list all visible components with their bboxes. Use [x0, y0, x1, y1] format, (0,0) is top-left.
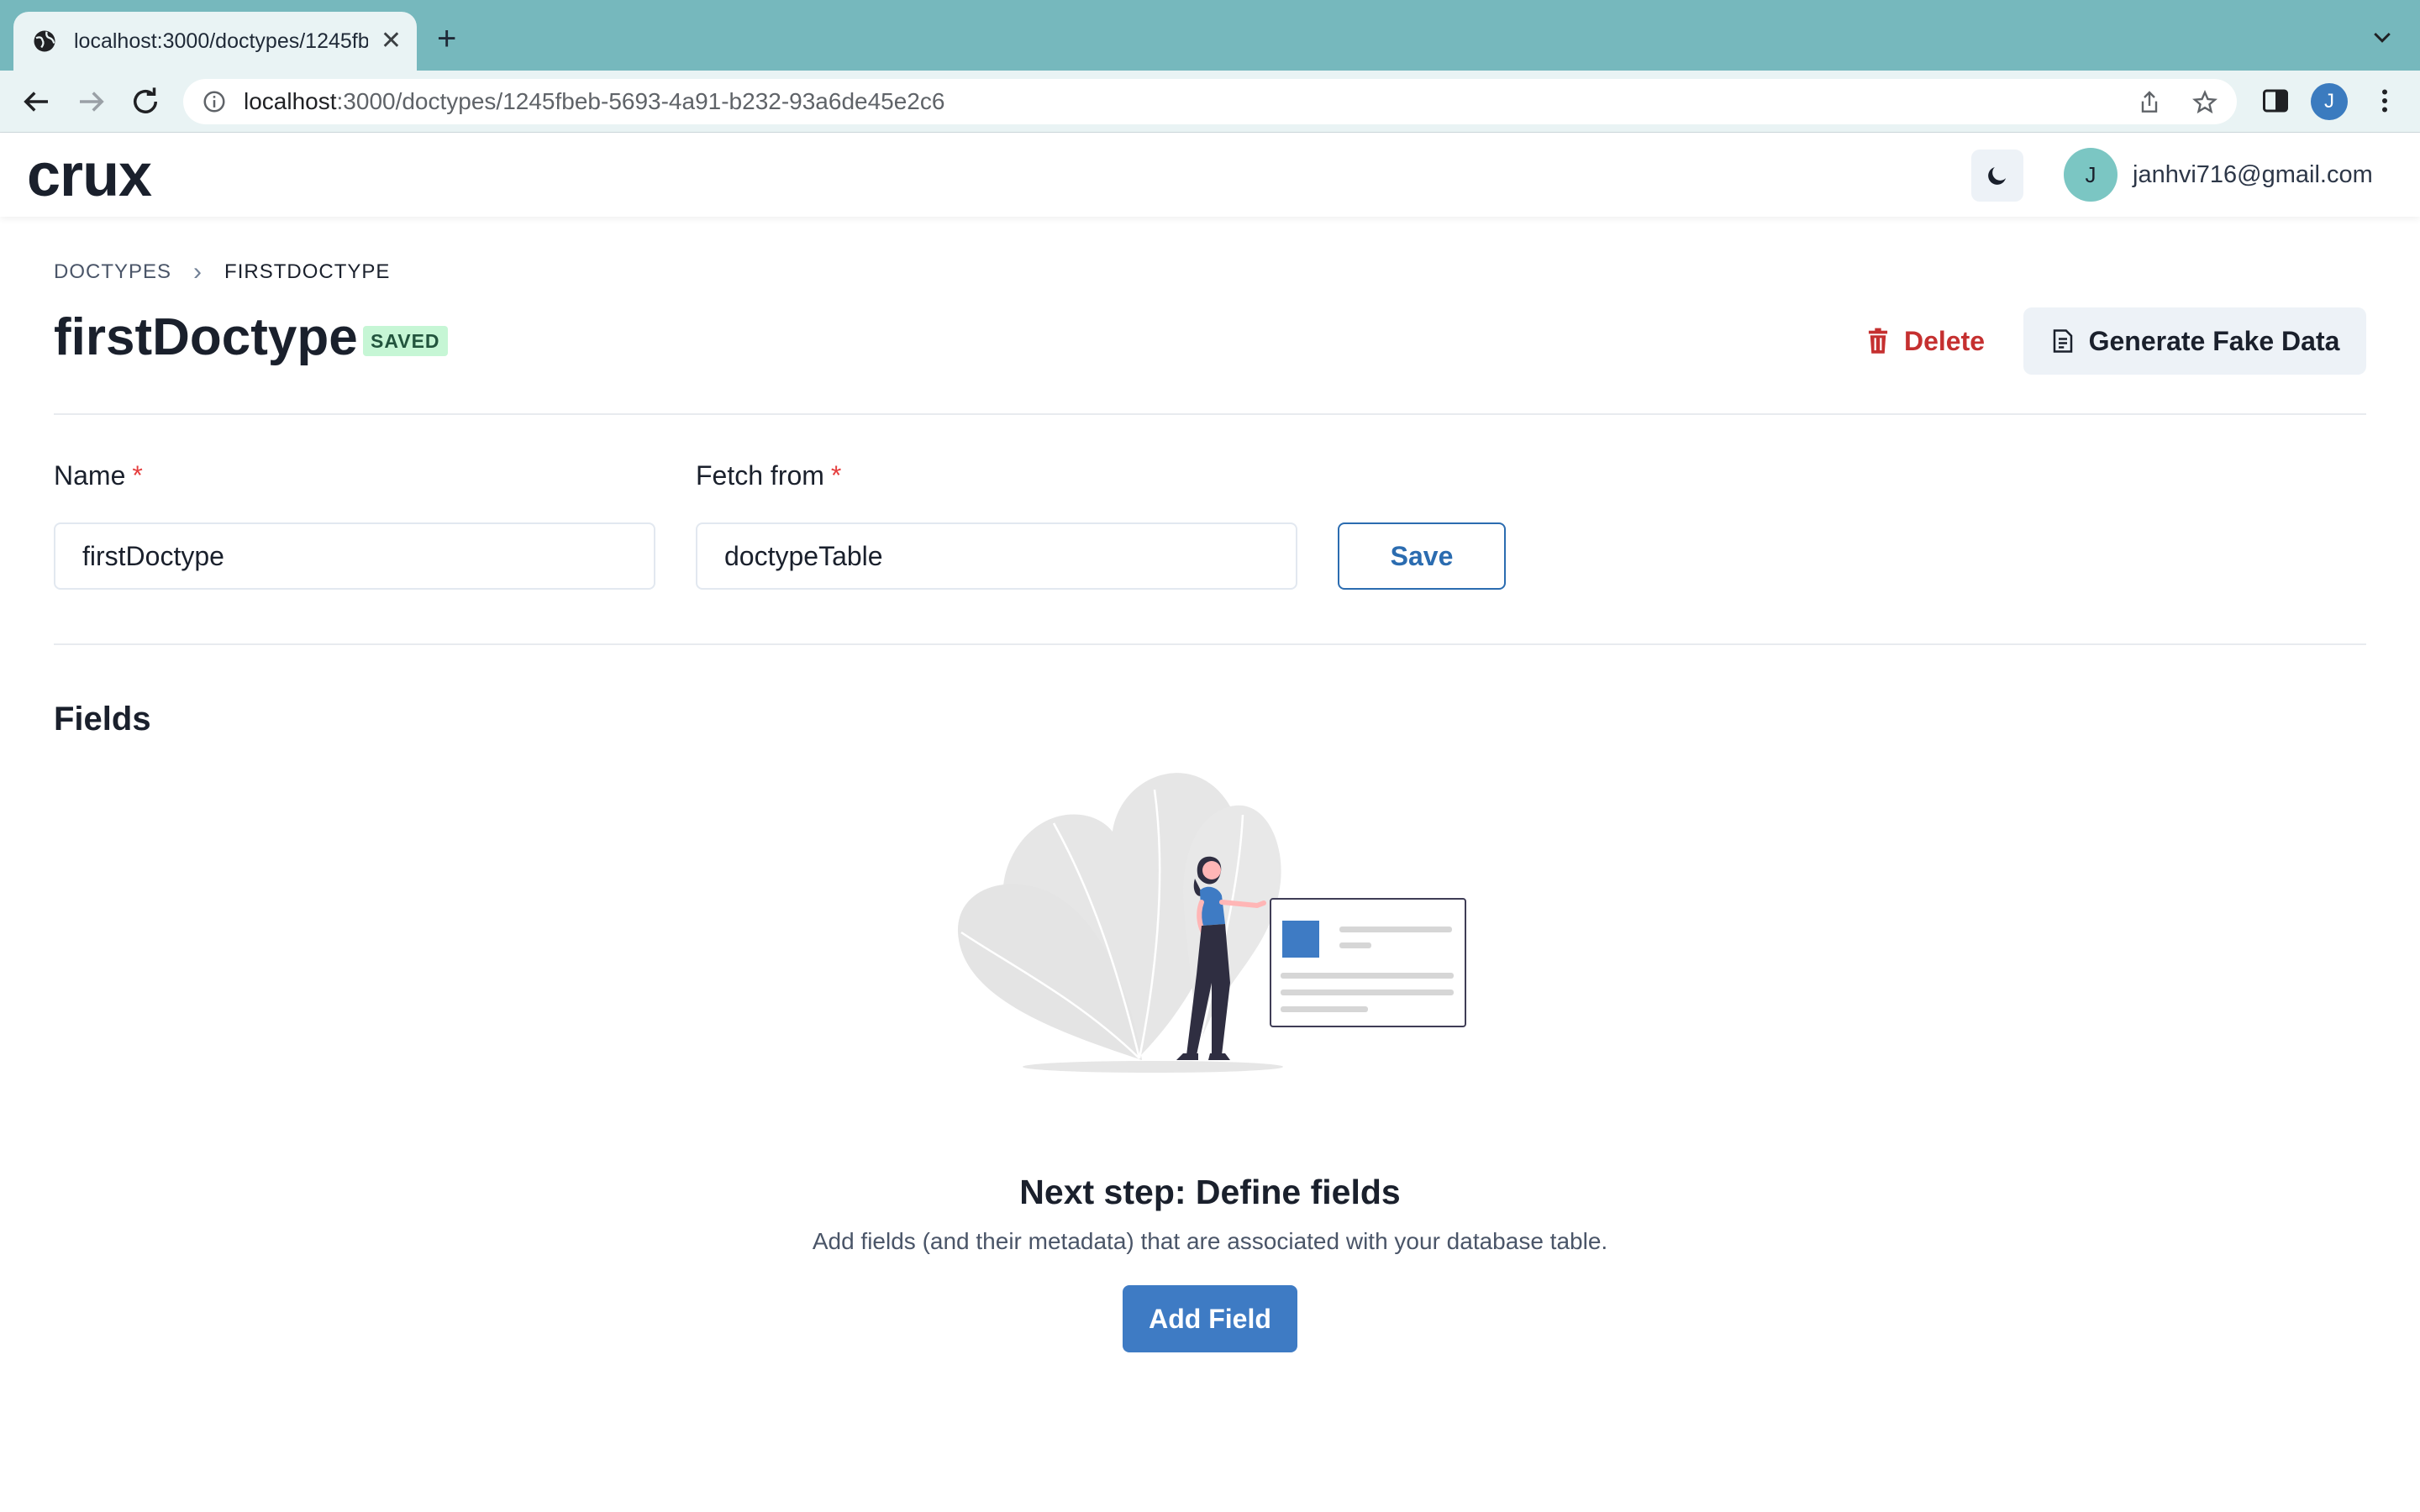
breadcrumb-current: FIRSTDOCTYPE — [224, 260, 391, 283]
more-menu-icon[interactable] — [2370, 86, 2400, 116]
side-panel-icon[interactable] — [2260, 86, 2291, 116]
chevron-right-icon: › — [193, 258, 203, 286]
delete-button[interactable]: Delete — [1849, 307, 2002, 375]
app-header: crux J janhvi716@gmail.com — [0, 133, 2420, 217]
browser-tab[interactable]: localhost:3000/doctypes/1245fbeb-5693-4a… — [13, 12, 417, 71]
forward-icon[interactable] — [74, 84, 109, 119]
save-button[interactable]: Save — [1338, 522, 1506, 590]
reload-icon[interactable] — [128, 84, 163, 119]
globe-icon — [34, 30, 55, 52]
empty-state-illustration — [957, 773, 1466, 1073]
delete-label: Delete — [1904, 325, 1986, 356]
empty-state-title: Next step: Define fields — [1019, 1173, 1401, 1211]
browser-tab-bar: localhost:3000/doctypes/1245fbeb-5693-4a… — [0, 0, 2420, 71]
moon-icon — [1988, 167, 2006, 185]
close-tab-icon[interactable]: ✕ — [381, 29, 402, 54]
fields-heading: Fields — [54, 701, 151, 738]
breadcrumb: DOCTYPES › FIRSTDOCTYPE — [54, 258, 391, 286]
fetch-from-input[interactable] — [696, 522, 1297, 590]
page-title: firstDoctype — [54, 308, 358, 366]
user-email[interactable]: janhvi716@gmail.com — [2133, 161, 2373, 189]
name-input[interactable] — [54, 522, 655, 590]
tab-title: localhost:3000/doctypes/1245fbeb-5693-4a… — [74, 29, 368, 53]
document-icon — [2053, 329, 2072, 353]
address-bar[interactable]: localhost:3000/doctypes/1245fbeb-5693-4a… — [183, 79, 2237, 124]
url-text: localhost:3000/doctypes/1245fbeb-5693-4a… — [244, 88, 945, 114]
trash-icon — [1868, 328, 1888, 354]
user-avatar[interactable]: J — [2064, 148, 2118, 202]
required-asterisk: * — [132, 460, 143, 491]
add-field-button[interactable]: Add Field — [1123, 1285, 1297, 1352]
share-icon[interactable] — [2136, 89, 2163, 116]
generate-fake-data-button[interactable]: Generate Fake Data — [2023, 307, 2366, 375]
browser-profile-avatar[interactable]: J — [2311, 83, 2348, 120]
breadcrumb-link-doctypes[interactable]: DOCTYPES — [54, 260, 171, 284]
generate-fake-data-label: Generate Fake Data — [2088, 325, 2340, 356]
empty-state-description: Add fields (and their metadata) that are… — [812, 1228, 1608, 1254]
site-info-icon[interactable] — [202, 89, 227, 114]
theme-toggle-button[interactable] — [1971, 150, 2023, 202]
name-label: Name * — [54, 460, 143, 491]
new-tab-icon[interactable]: + — [437, 22, 456, 55]
browser-toolbar: localhost:3000/doctypes/1245fbeb-5693-4a… — [0, 71, 2420, 133]
fetch-from-label: Fetch from * — [696, 460, 842, 491]
back-icon[interactable] — [18, 84, 54, 119]
required-asterisk: * — [830, 460, 842, 491]
app-logo[interactable]: crux — [27, 141, 152, 210]
divider — [54, 413, 2366, 415]
bookmark-star-icon[interactable] — [2191, 89, 2218, 116]
chevron-down-icon[interactable] — [2370, 25, 2395, 50]
divider — [54, 643, 2366, 645]
status-badge: SAVED — [363, 326, 448, 356]
